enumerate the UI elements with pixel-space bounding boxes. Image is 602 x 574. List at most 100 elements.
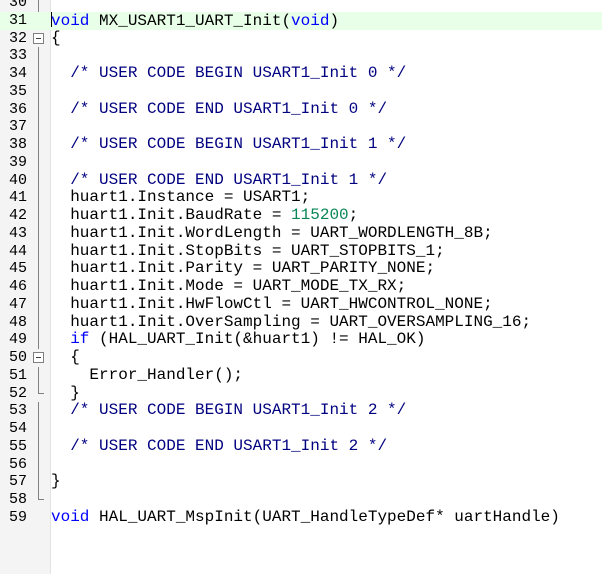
fold-guide-icon <box>33 100 47 119</box>
fold-collapse-icon[interactable] <box>33 30 47 48</box>
code-line[interactable]: 30 <box>0 0 602 12</box>
code-text: Error_Handler(); <box>51 365 244 385</box>
comment-token: /* USER CODE END USART1_Init 0 */ <box>51 99 388 118</box>
code-token: MX_USART1_UART_Init( <box>89 11 292 30</box>
line-number: 59 <box>8 508 27 526</box>
fold-empty <box>33 509 47 527</box>
fold-guide-icon <box>33 224 47 243</box>
line-number: 46 <box>8 278 27 295</box>
code-text: huart1.Init.StopBits = UART_STOPBITS_1; <box>51 241 445 261</box>
code-text: } <box>51 383 80 403</box>
code-token: Error_Handler(); <box>51 365 244 384</box>
code-line[interactable]: 56 <box>0 455 602 474</box>
code-line[interactable]: 38 /* USER CODE BEGIN USART1_Init 1 */ <box>0 135 602 154</box>
code-line[interactable]: 41 huart1.Instance = USART1; <box>0 188 602 207</box>
code-token: huart1.Init.BaudRate = <box>51 206 292 224</box>
keyword-token: void <box>291 11 330 30</box>
code-line[interactable]: 39 <box>0 153 602 172</box>
fold-guide-icon <box>33 189 47 207</box>
fold-guide-icon <box>33 473 47 491</box>
line-number: 37 <box>8 118 27 136</box>
code-editor[interactable]: 30 31 void MX_USART1_UART_Init(void) 32{33 3… <box>0 0 602 574</box>
code-line[interactable]: 52 } <box>0 383 602 403</box>
comment-token: /* USER CODE END USART1_Init 1 */ <box>51 170 388 189</box>
fold-guide-icon <box>33 331 47 349</box>
fold-empty <box>33 12 47 30</box>
line-number: 47 <box>8 295 27 313</box>
fold-guide-icon <box>33 153 47 172</box>
fold-guide-icon <box>33 260 47 278</box>
code-line[interactable]: 35 <box>0 82 602 101</box>
code-line[interactable]: 31 void MX_USART1_UART_Init(void) <box>0 11 602 31</box>
line-number: 52 <box>8 384 27 402</box>
fold-collapse-icon[interactable] <box>33 349 47 367</box>
code-text: void HAL_UART_MspInit(UART_HandleTypeDef… <box>51 507 560 527</box>
line-number: 58 <box>8 491 27 508</box>
fold-guide-icon <box>33 295 47 314</box>
code-line[interactable]: 51 Error_Handler(); <box>0 365 602 385</box>
code-token: } <box>51 383 80 402</box>
line-number: 50 <box>8 349 27 366</box>
code-text: { <box>51 348 80 367</box>
code-line[interactable]: 55 /* USER CODE END USART1_Init 2 */ <box>0 436 602 456</box>
line-number: 33 <box>8 47 27 65</box>
code-token: huart1.Init.OverSampling = UART_OVERSAMP… <box>51 312 532 331</box>
code-text: /* USER CODE BEGIN USART1_Init 2 */ <box>51 401 407 420</box>
code-line[interactable]: 50 { <box>0 348 602 367</box>
fold-guide-icon <box>33 0 47 12</box>
comment-token: /* USER CODE BEGIN USART1_Init 0 */ <box>51 64 407 82</box>
line-number: 56 <box>8 455 27 473</box>
code-token: huart1.Init.Parity = UART_PARITY_NONE; <box>51 259 436 278</box>
line-number: 53 <box>8 402 27 420</box>
code-text: void MX_USART1_UART_Init(void) <box>51 11 339 31</box>
code-line[interactable]: 43 huart1.Init.WordLength = UART_WORDLEN… <box>0 224 602 243</box>
comment-token: /* USER CODE BEGIN USART1_Init 2 */ <box>51 401 407 420</box>
code-line[interactable]: 46 huart1.Init.Mode = UART_MODE_TX_RX; <box>0 277 602 296</box>
line-number: 43 <box>8 224 27 242</box>
fold-guide-icon <box>33 242 47 261</box>
code-text: huart1.Init.Parity = UART_PARITY_NONE; <box>51 259 436 278</box>
fold-guide-icon <box>33 420 47 438</box>
code-line[interactable]: 48 huart1.Init.OverSampling = UART_OVERS… <box>0 312 602 332</box>
code-line[interactable]: 36 /* USER CODE END USART1_Init 0 */ <box>0 99 602 119</box>
code-token: huart1.Init.StopBits = UART_STOPBITS_1; <box>51 241 445 260</box>
comment-token: /* USER CODE END USART1_Init 2 */ <box>51 436 388 455</box>
fold-guide-icon <box>33 171 47 190</box>
code-line[interactable]: 45 huart1.Init.Parity = UART_PARITY_NONE… <box>0 259 602 278</box>
code-token: huart1.Init.HwFlowCtl = UART_HWCONTROL_N… <box>51 294 493 313</box>
code-line[interactable]: 32 { <box>0 29 602 48</box>
code-token: { <box>51 348 80 366</box>
code-line[interactable]: 53 /* USER CODE BEGIN USART1_Init 2 */ <box>0 401 602 420</box>
fold-guide-icon <box>33 65 47 83</box>
code-token: HAL_UART_MspInit(UART_HandleTypeDef* uar… <box>89 507 560 526</box>
keyword-token: if <box>70 330 90 349</box>
code-line[interactable]: 44 huart1.Init.StopBits = UART_STOPBITS_… <box>0 241 602 261</box>
fold-guide-icon <box>33 47 47 65</box>
code-line[interactable]: 54 <box>0 420 602 438</box>
code-text: huart1.Init.Mode = UART_MODE_TX_RX; <box>51 277 406 296</box>
code-token: (HAL_UART_Init(&huart1) != HAL_OK) <box>89 330 426 349</box>
line-number: 45 <box>8 260 27 278</box>
code-text: /* USER CODE END USART1_Init 1 */ <box>51 170 388 190</box>
code-line[interactable]: 58 <box>0 491 602 509</box>
line-number: 34 <box>8 65 27 82</box>
code-line[interactable]: 42 huart1.Init.BaudRate = 115200; <box>0 206 602 225</box>
code-line[interactable]: 59 void HAL_UART_MspInit(UART_HandleTypeD… <box>0 507 602 527</box>
line-number: 40 <box>8 171 27 189</box>
code-line[interactable]: 49 if (HAL_UART_Init(&huart1) != HAL_OK) <box>0 330 602 349</box>
code-text: huart1.Init.OverSampling = UART_OVERSAMP… <box>51 312 532 332</box>
code-line[interactable]: 34 /* USER CODE BEGIN USART1_Init 0 */ <box>0 64 602 83</box>
code-line[interactable]: 57} <box>0 472 602 491</box>
code-line[interactable]: 40 /* USER CODE END USART1_Init 1 */ <box>0 170 602 190</box>
code-text: /* USER CODE END USART1_Init 2 */ <box>51 436 388 456</box>
line-number: 36 <box>8 100 27 118</box>
fold-guide-icon <box>33 82 47 101</box>
code-line[interactable]: 37 <box>0 118 602 136</box>
code-line[interactable]: 47 huart1.Init.HwFlowCtl = UART_HWCONTRO… <box>0 294 602 314</box>
code-token: huart1.Instance = USART1; <box>51 188 311 207</box>
fold-end-icon <box>33 384 47 403</box>
fold-guide-icon <box>33 207 47 225</box>
line-number: 55 <box>8 437 27 455</box>
line-number: 31 <box>8 11 27 29</box>
code-line[interactable]: 33 <box>0 47 602 65</box>
